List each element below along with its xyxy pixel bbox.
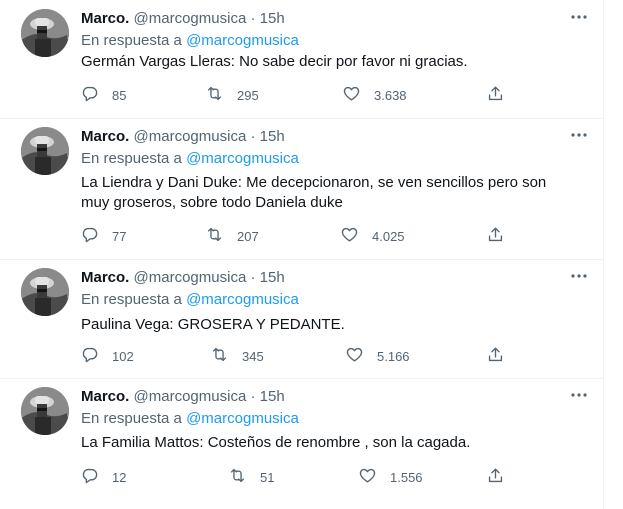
retweet-icon <box>205 225 224 247</box>
heart-icon <box>358 466 377 488</box>
avatar[interactable] <box>21 9 69 57</box>
tweet[interactable]: Marco. @marcogmusica · 15h En respuesta … <box>0 118 603 260</box>
reply-prefix: En respuesta a <box>81 291 182 308</box>
separator: · <box>250 10 256 27</box>
reply-count: 102 <box>112 348 134 364</box>
like-button[interactable]: 5.166 <box>345 345 410 367</box>
tweet-header: Marco. @marcogmusica · 15h <box>81 269 285 287</box>
more-icon[interactable] <box>569 388 589 402</box>
share-icon <box>486 84 505 106</box>
retweet-button[interactable]: 345 <box>210 345 264 367</box>
like-count: 3.638 <box>374 87 407 103</box>
tweet-text: Germán Vargas Lleras: No sabe decir por … <box>81 53 468 70</box>
timestamp[interactable]: 15h <box>260 10 285 27</box>
like-button[interactable]: 4.025 <box>340 225 405 247</box>
retweet-count: 207 <box>237 228 259 244</box>
tweet[interactable]: Marco. @marcogmusica · 15h En respuesta … <box>0 378 603 509</box>
timestamp[interactable]: 15h <box>260 269 285 286</box>
heart-icon <box>340 225 359 247</box>
reply-context: En respuesta a @marcogmusica <box>81 291 299 309</box>
user-handle[interactable]: @marcogmusica <box>134 269 247 286</box>
more-icon[interactable] <box>569 128 589 142</box>
share-icon <box>486 345 505 367</box>
mention-link[interactable]: @marcogmusica <box>186 150 299 167</box>
reply-button[interactable]: 12 <box>80 466 126 488</box>
user-handle[interactable]: @marcogmusica <box>134 10 247 27</box>
tweet-text: La Familia Mattos: Costeños de renombre … <box>81 434 471 451</box>
reply-button[interactable]: 77 <box>80 225 126 247</box>
reply-context: En respuesta a @marcogmusica <box>81 410 299 428</box>
reply-context: En respuesta a @marcogmusica <box>81 150 299 168</box>
tweet-header: Marco. @marcogmusica · 15h <box>81 10 285 28</box>
separator: · <box>250 128 256 145</box>
retweet-button[interactable]: 295 <box>205 84 259 106</box>
tweet-text: La Liendra y Dani Duke: Me decepcionaron… <box>81 174 547 211</box>
like-button[interactable]: 3.638 <box>342 84 407 106</box>
reply-button[interactable]: 102 <box>80 345 134 367</box>
like-count: 1.556 <box>390 469 423 485</box>
retweet-count: 345 <box>242 348 264 364</box>
share-icon <box>486 466 505 488</box>
retweet-button[interactable]: 51 <box>228 466 274 488</box>
avatar[interactable] <box>21 127 69 175</box>
retweet-icon <box>228 466 247 488</box>
separator: · <box>250 388 256 405</box>
reply-count: 12 <box>112 469 127 485</box>
reply-icon <box>80 345 99 367</box>
reply-prefix: En respuesta a <box>81 410 182 427</box>
user-handle[interactable]: @marcogmusica <box>134 388 247 405</box>
like-count: 4.025 <box>372 228 405 244</box>
tweet-text: Paulina Vega: GROSERA Y PEDANTE. <box>81 316 345 333</box>
share-icon <box>486 225 505 247</box>
display-name[interactable]: Marco. <box>81 128 129 145</box>
share-button[interactable] <box>486 225 505 247</box>
mention-link[interactable]: @marcogmusica <box>186 32 299 49</box>
reply-button[interactable]: 85 <box>80 84 126 106</box>
retweet-icon <box>205 84 224 106</box>
reply-prefix: En respuesta a <box>81 150 182 167</box>
share-button[interactable] <box>486 466 505 488</box>
display-name[interactable]: Marco. <box>81 388 129 405</box>
tweet-feed: Marco. @marcogmusica · 15h En respuesta … <box>0 0 604 509</box>
timestamp[interactable]: 15h <box>260 388 285 405</box>
reply-icon <box>80 225 99 247</box>
separator: · <box>250 269 256 286</box>
reply-icon <box>80 84 99 106</box>
share-button[interactable] <box>486 345 505 367</box>
mention-link[interactable]: @marcogmusica <box>186 291 299 308</box>
mention-link[interactable]: @marcogmusica <box>186 410 299 427</box>
user-handle[interactable]: @marcogmusica <box>134 128 247 145</box>
timestamp[interactable]: 15h <box>260 128 285 145</box>
more-icon[interactable] <box>569 269 589 283</box>
reply-count: 85 <box>112 87 127 103</box>
avatar[interactable] <box>21 268 69 316</box>
reply-count: 77 <box>112 228 127 244</box>
tweet[interactable]: Marco. @marcogmusica · 15h En respuesta … <box>0 0 603 119</box>
reply-icon <box>80 466 99 488</box>
like-count: 5.166 <box>377 348 410 364</box>
share-button[interactable] <box>486 84 505 106</box>
like-button[interactable]: 1.556 <box>358 466 423 488</box>
avatar[interactable] <box>21 387 69 435</box>
retweet-count: 295 <box>237 87 259 103</box>
heart-icon <box>342 84 361 106</box>
more-icon[interactable] <box>569 10 589 24</box>
reply-prefix: En respuesta a <box>81 32 182 49</box>
retweet-icon <box>210 345 229 367</box>
display-name[interactable]: Marco. <box>81 269 129 286</box>
heart-icon <box>345 345 364 367</box>
retweet-button[interactable]: 207 <box>205 225 259 247</box>
tweet[interactable]: Marco. @marcogmusica · 15h En respuesta … <box>0 259 603 379</box>
retweet-count: 51 <box>260 469 275 485</box>
tweet-header: Marco. @marcogmusica · 15h <box>81 128 285 146</box>
reply-context: En respuesta a @marcogmusica <box>81 32 299 50</box>
display-name[interactable]: Marco. <box>81 10 129 27</box>
tweet-header: Marco. @marcogmusica · 15h <box>81 388 285 406</box>
